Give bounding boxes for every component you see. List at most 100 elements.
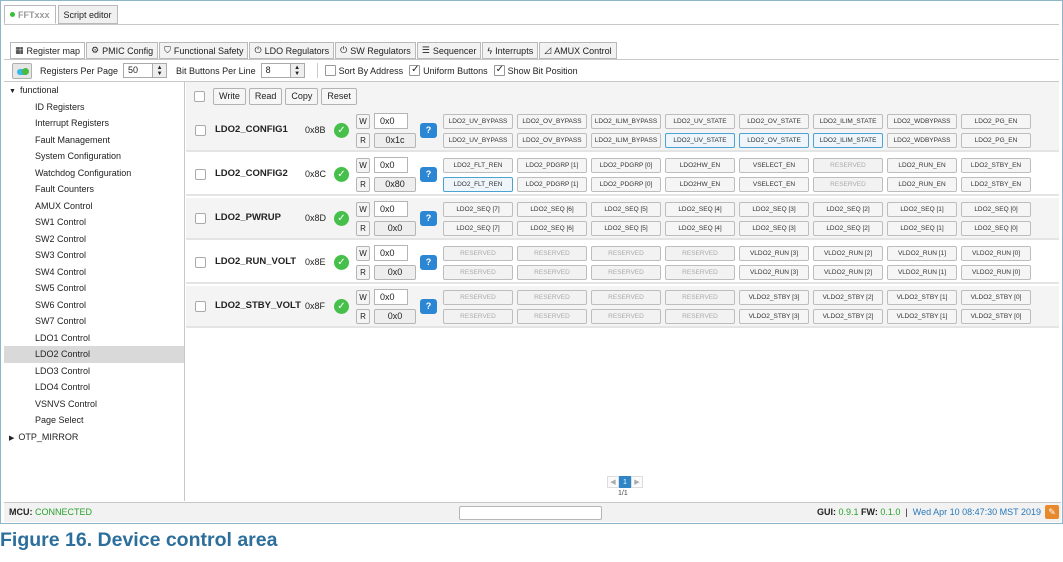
tree-node-fault-management[interactable]: Fault Management bbox=[4, 132, 184, 149]
bug-report-icon[interactable]: ✎ bbox=[1045, 505, 1059, 519]
bit-write-button[interactable]: LDO2_SEQ [5] bbox=[591, 202, 661, 217]
bit-write-button[interactable]: RESERVED bbox=[517, 290, 587, 305]
register-select-checkbox[interactable] bbox=[195, 257, 206, 268]
tree-node-sw7-control[interactable]: SW7 Control bbox=[4, 313, 184, 330]
tab-script-editor[interactable]: Script editor bbox=[57, 5, 118, 24]
copy-button[interactable]: Copy bbox=[285, 87, 319, 105]
bit-read-button[interactable]: LDO2_SEQ [5] bbox=[591, 221, 661, 236]
registers-per-page-value[interactable]: 50 bbox=[124, 64, 152, 77]
bit-write-button[interactable]: LDO2_ILIM_BYPASS bbox=[591, 114, 661, 129]
write-value-input[interactable]: 0x0 bbox=[374, 157, 408, 173]
bit-write-button[interactable]: RESERVED bbox=[517, 246, 587, 261]
read-indicator-button[interactable]: R bbox=[356, 309, 370, 324]
bit-read-button[interactable]: LDO2_WDBYPASS bbox=[887, 133, 957, 148]
tree-node-watchdog-configuration[interactable]: Watchdog Configuration bbox=[4, 165, 184, 182]
bit-read-button[interactable]: VLDO2_RUN [1] bbox=[887, 265, 957, 280]
bit-write-button[interactable]: LDO2HW_EN bbox=[665, 158, 735, 173]
tree-node-otp-mirror[interactable]: ▶ OTP_MIRROR bbox=[4, 429, 184, 446]
bit-read-button[interactable]: LDO2_FLT_REN bbox=[443, 177, 513, 192]
tab-register-map[interactable]: ▦ Register map bbox=[10, 42, 86, 59]
bit-read-button[interactable]: LDO2_PDGRP [1] bbox=[517, 177, 587, 192]
bit-write-button[interactable]: VLDO2_STBY [1] bbox=[887, 290, 957, 305]
checkbox-checked-icon[interactable] bbox=[409, 64, 421, 76]
prev-page-icon[interactable]: ◀ bbox=[607, 476, 619, 488]
write-value-input[interactable]: 0x0 bbox=[374, 201, 408, 217]
registers-per-page-spinner[interactable]: 50 ▲ ▼ bbox=[123, 63, 168, 78]
write-indicator-button[interactable]: W bbox=[356, 202, 370, 217]
bit-read-button[interactable]: RESERVED bbox=[665, 265, 735, 280]
expand-down-icon[interactable]: ▼ bbox=[9, 88, 16, 95]
read-indicator-button[interactable]: R bbox=[356, 221, 370, 236]
tree-node-sw2-control[interactable]: SW2 Control bbox=[4, 231, 184, 248]
tab-pmic-config[interactable]: ⚙ PMIC Config bbox=[86, 42, 159, 59]
bit-write-button[interactable]: LDO2_SEQ [6] bbox=[517, 202, 587, 217]
bit-read-button[interactable]: LDO2_SEQ [2] bbox=[813, 221, 883, 236]
help-icon[interactable]: ? bbox=[420, 167, 437, 182]
bit-write-button[interactable]: VLDO2_RUN [3] bbox=[739, 246, 809, 261]
bit-write-button[interactable]: RESERVED bbox=[665, 290, 735, 305]
spinner-arrows-icon[interactable]: ▲ ▼ bbox=[152, 64, 167, 77]
bit-read-button[interactable]: VLDO2_STBY [2] bbox=[813, 309, 883, 324]
sort-by-address-checkbox[interactable]: Sort By Address bbox=[324, 65, 403, 76]
tab-sw-regulators[interactable]: ⏻ SW Regulators bbox=[335, 42, 416, 59]
expand-right-icon[interactable]: ▶ bbox=[9, 435, 14, 442]
bit-write-button[interactable]: VLDO2_RUN [0] bbox=[961, 246, 1031, 261]
tab-sequencer[interactable]: ☰ Sequencer bbox=[416, 42, 482, 59]
write-indicator-button[interactable]: W bbox=[356, 114, 370, 129]
bit-buttons-value[interactable]: 8 bbox=[262, 64, 290, 77]
tree-node-ldo3-control[interactable]: LDO3 Control bbox=[4, 363, 184, 380]
write-value-input[interactable]: 0x0 bbox=[374, 289, 408, 305]
tree-node-sw6-control[interactable]: SW6 Control bbox=[4, 297, 184, 314]
write-button[interactable]: Write bbox=[213, 87, 246, 105]
next-page-icon[interactable]: ▶ bbox=[631, 476, 643, 488]
bit-read-button[interactable]: LDO2_ILIM_STATE bbox=[813, 133, 883, 148]
bit-write-button[interactable]: RESERVED bbox=[813, 158, 883, 173]
bit-read-button[interactable]: LDO2_STBY_EN bbox=[961, 177, 1031, 192]
tree-node-sw3-control[interactable]: SW3 Control bbox=[4, 247, 184, 264]
bit-write-button[interactable]: VLDO2_STBY [0] bbox=[961, 290, 1031, 305]
write-indicator-button[interactable]: W bbox=[356, 246, 370, 261]
bit-read-button[interactable]: LDO2_ILIM_BYPASS bbox=[591, 133, 661, 148]
bit-read-button[interactable]: VLDO2_RUN [2] bbox=[813, 265, 883, 280]
bit-write-button[interactable]: LDO2_STBY_EN bbox=[961, 158, 1031, 173]
bit-read-button[interactable]: LDO2_RUN_EN bbox=[887, 177, 957, 192]
checkbox-icon[interactable] bbox=[324, 65, 336, 76]
bit-read-button[interactable]: LDO2_SEQ [1] bbox=[887, 221, 957, 236]
tab-app[interactable]: FFTxxx bbox=[4, 5, 56, 24]
bit-write-button[interactable]: LDO2_RUN_EN bbox=[887, 158, 957, 173]
read-indicator-button[interactable]: R bbox=[356, 177, 370, 192]
register-select-checkbox[interactable] bbox=[195, 125, 206, 136]
tree-node-sw1-control[interactable]: SW1 Control bbox=[4, 214, 184, 231]
bit-write-button[interactable]: LDO2_FLT_REN bbox=[443, 158, 513, 173]
tree-node-fault-counters[interactable]: Fault Counters bbox=[4, 181, 184, 198]
select-all-checkbox[interactable] bbox=[194, 90, 205, 102]
bit-read-button[interactable]: LDO2_OV_STATE bbox=[739, 133, 809, 148]
bit-write-button[interactable]: LDO2_SEQ [7] bbox=[443, 202, 513, 217]
write-indicator-button[interactable]: W bbox=[356, 158, 370, 173]
tree-node-system-configuration[interactable]: System Configuration bbox=[4, 148, 184, 165]
bit-read-button[interactable]: VLDO2_RUN [3] bbox=[739, 265, 809, 280]
bit-read-button[interactable]: LDO2_SEQ [7] bbox=[443, 221, 513, 236]
tab-amux-control[interactable]: ◿ AMUX Control bbox=[539, 42, 617, 59]
bit-read-button[interactable]: LDO2_UV_BYPASS bbox=[443, 133, 513, 148]
bit-read-button[interactable]: RESERVED bbox=[665, 309, 735, 324]
bit-write-button[interactable]: LDO2_SEQ [4] bbox=[665, 202, 735, 217]
tree-node-ldo1-control[interactable]: LDO1 Control bbox=[4, 330, 184, 347]
bit-read-button[interactable]: VLDO2_STBY [0] bbox=[961, 309, 1031, 324]
help-icon[interactable]: ? bbox=[420, 211, 437, 226]
checkbox-checked-icon[interactable] bbox=[493, 64, 505, 76]
bit-write-button[interactable]: LDO2_PDGRP [1] bbox=[517, 158, 587, 173]
help-icon[interactable]: ? bbox=[420, 123, 437, 138]
bit-read-button[interactable]: VSELECT_EN bbox=[739, 177, 809, 192]
spinner-arrows-icon[interactable]: ▲ ▼ bbox=[289, 64, 304, 77]
bit-write-button[interactable]: LDO2_SEQ [0] bbox=[961, 202, 1031, 217]
tree-node-amux-control[interactable]: AMUX Control bbox=[4, 198, 184, 215]
bit-write-button[interactable]: LDO2_OV_STATE bbox=[739, 114, 809, 129]
help-icon[interactable]: ? bbox=[420, 299, 437, 314]
tree-node-ldo4-control[interactable]: LDO4 Control bbox=[4, 379, 184, 396]
bit-write-button[interactable]: LDO2_ILIM_STATE bbox=[813, 114, 883, 129]
bit-write-button[interactable]: LDO2_WDBYPASS bbox=[887, 114, 957, 129]
read-indicator-button[interactable]: R bbox=[356, 265, 370, 280]
register-select-checkbox[interactable] bbox=[195, 301, 206, 312]
bit-buttons-spinner[interactable]: 8 ▲ ▼ bbox=[260, 63, 305, 78]
